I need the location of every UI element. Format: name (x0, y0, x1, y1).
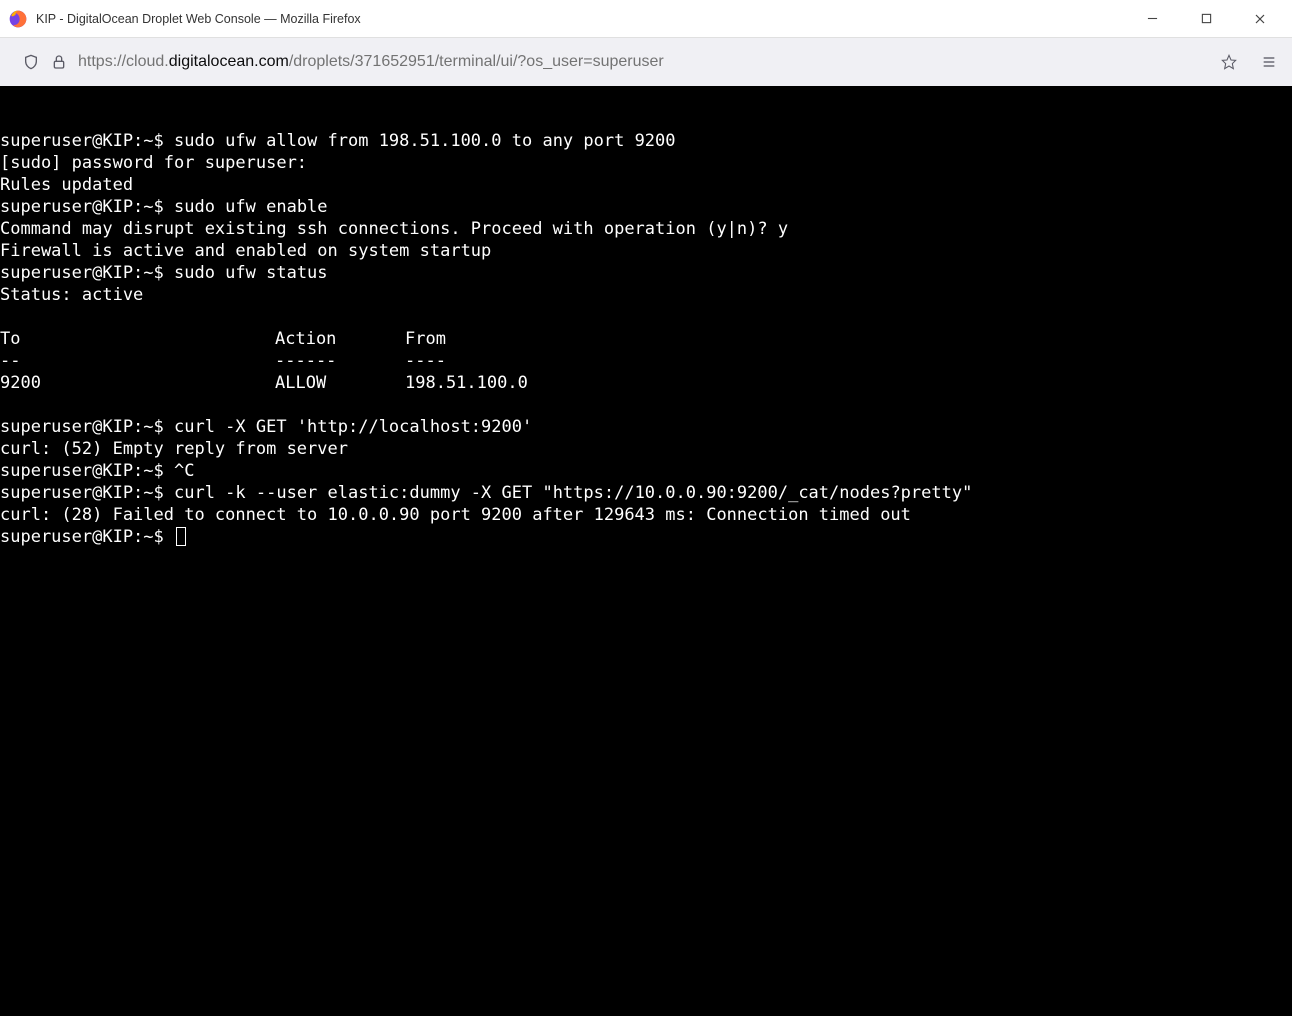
url-bar[interactable]: https://cloud.digitalocean.com/droplets/… (14, 45, 1208, 79)
ufw-table-row: 9200ALLOW198.51.100.0 (0, 372, 1292, 394)
col-to: 9200 (0, 372, 275, 394)
maximize-button[interactable] (1190, 5, 1222, 33)
terminal-line: Rules updated (0, 174, 1292, 196)
prompt: superuser@KIP:~$ (0, 526, 174, 548)
terminal-line: superuser@KIP:~$ ^C (0, 460, 1292, 482)
prompt: superuser@KIP:~$ (0, 461, 174, 481)
terminal[interactable]: superuser@KIP:~$ sudo ufw allow from 198… (0, 86, 1292, 1016)
terminal-line: superuser@KIP:~$ sudo ufw allow from 198… (0, 130, 1292, 152)
col-from: 198.51.100.0 (405, 372, 528, 394)
url-host: digitalocean.com (169, 53, 289, 70)
bookmark-star-icon[interactable] (1220, 53, 1238, 71)
prompt: superuser@KIP:~$ (0, 417, 174, 437)
lock-icon[interactable] (50, 53, 68, 71)
terminal-line: Command may disrupt existing ssh connect… (0, 218, 1292, 240)
command-text: curl -k --user elastic:dummy -X GET "htt… (174, 483, 972, 503)
command-text: sudo ufw enable (174, 197, 328, 217)
terminal-line (0, 394, 1292, 416)
ufw-table-header: ToActionFrom (0, 328, 1292, 350)
terminal-line: curl: (28) Failed to connect to 10.0.0.9… (0, 504, 1292, 526)
window-titlebar: KIP - DigitalOcean Droplet Web Console —… (0, 0, 1292, 38)
browser-toolbar: https://cloud.digitalocean.com/droplets/… (0, 38, 1292, 86)
col-action: ALLOW (275, 372, 405, 394)
terminal-line: superuser@KIP:~$ sudo ufw enable (0, 196, 1292, 218)
minimize-button[interactable] (1136, 5, 1168, 33)
url-path: /droplets/371652951/terminal/ui/?os_user… (289, 53, 664, 70)
prompt: superuser@KIP:~$ (0, 197, 174, 217)
cursor-icon (176, 527, 186, 546)
url-text[interactable]: https://cloud.digitalocean.com/droplets/… (78, 53, 664, 71)
firefox-icon (8, 9, 28, 29)
terminal-line: superuser@KIP:~$ curl -X GET 'http://loc… (0, 416, 1292, 438)
terminal-line: Firewall is active and enabled on system… (0, 240, 1292, 262)
command-text: curl -X GET 'http://localhost:9200' (174, 417, 532, 437)
terminal-body[interactable]: superuser@KIP:~$ sudo ufw allow from 198… (0, 130, 1292, 548)
col-action: Action (275, 328, 405, 350)
terminal-line: [sudo] password for superuser: (0, 152, 1292, 174)
col-from: ---- (405, 350, 446, 372)
prompt: superuser@KIP:~$ (0, 483, 174, 503)
terminal-line: Status: active (0, 284, 1292, 306)
command-text: sudo ufw status (174, 263, 328, 283)
hamburger-menu-icon[interactable] (1260, 53, 1278, 71)
url-scheme: https:// (78, 53, 126, 70)
terminal-line: superuser@KIP:~$ curl -k --user elastic:… (0, 482, 1292, 504)
terminal-line (0, 306, 1292, 328)
url-subdomain: cloud. (126, 53, 169, 70)
window-controls (1136, 5, 1276, 33)
window-title: KIP - DigitalOcean Droplet Web Console —… (36, 12, 1136, 26)
toolbar-right (1220, 53, 1278, 71)
col-action: ------ (275, 350, 405, 372)
close-button[interactable] (1244, 5, 1276, 33)
terminal-line: curl: (52) Empty reply from server (0, 438, 1292, 460)
terminal-line: superuser@KIP:~$ sudo ufw status (0, 262, 1292, 284)
command-text: ^C (174, 461, 194, 481)
col-to: To (0, 328, 275, 350)
col-to: -- (0, 350, 275, 372)
ufw-table-divider: ------------ (0, 350, 1292, 372)
terminal-prompt-current[interactable]: superuser@KIP:~$ (0, 526, 1292, 548)
prompt: superuser@KIP:~$ (0, 263, 174, 283)
col-from: From (405, 328, 446, 350)
command-text: sudo ufw allow from 198.51.100.0 to any … (174, 131, 676, 151)
prompt: superuser@KIP:~$ (0, 131, 174, 151)
shield-icon[interactable] (22, 53, 40, 71)
